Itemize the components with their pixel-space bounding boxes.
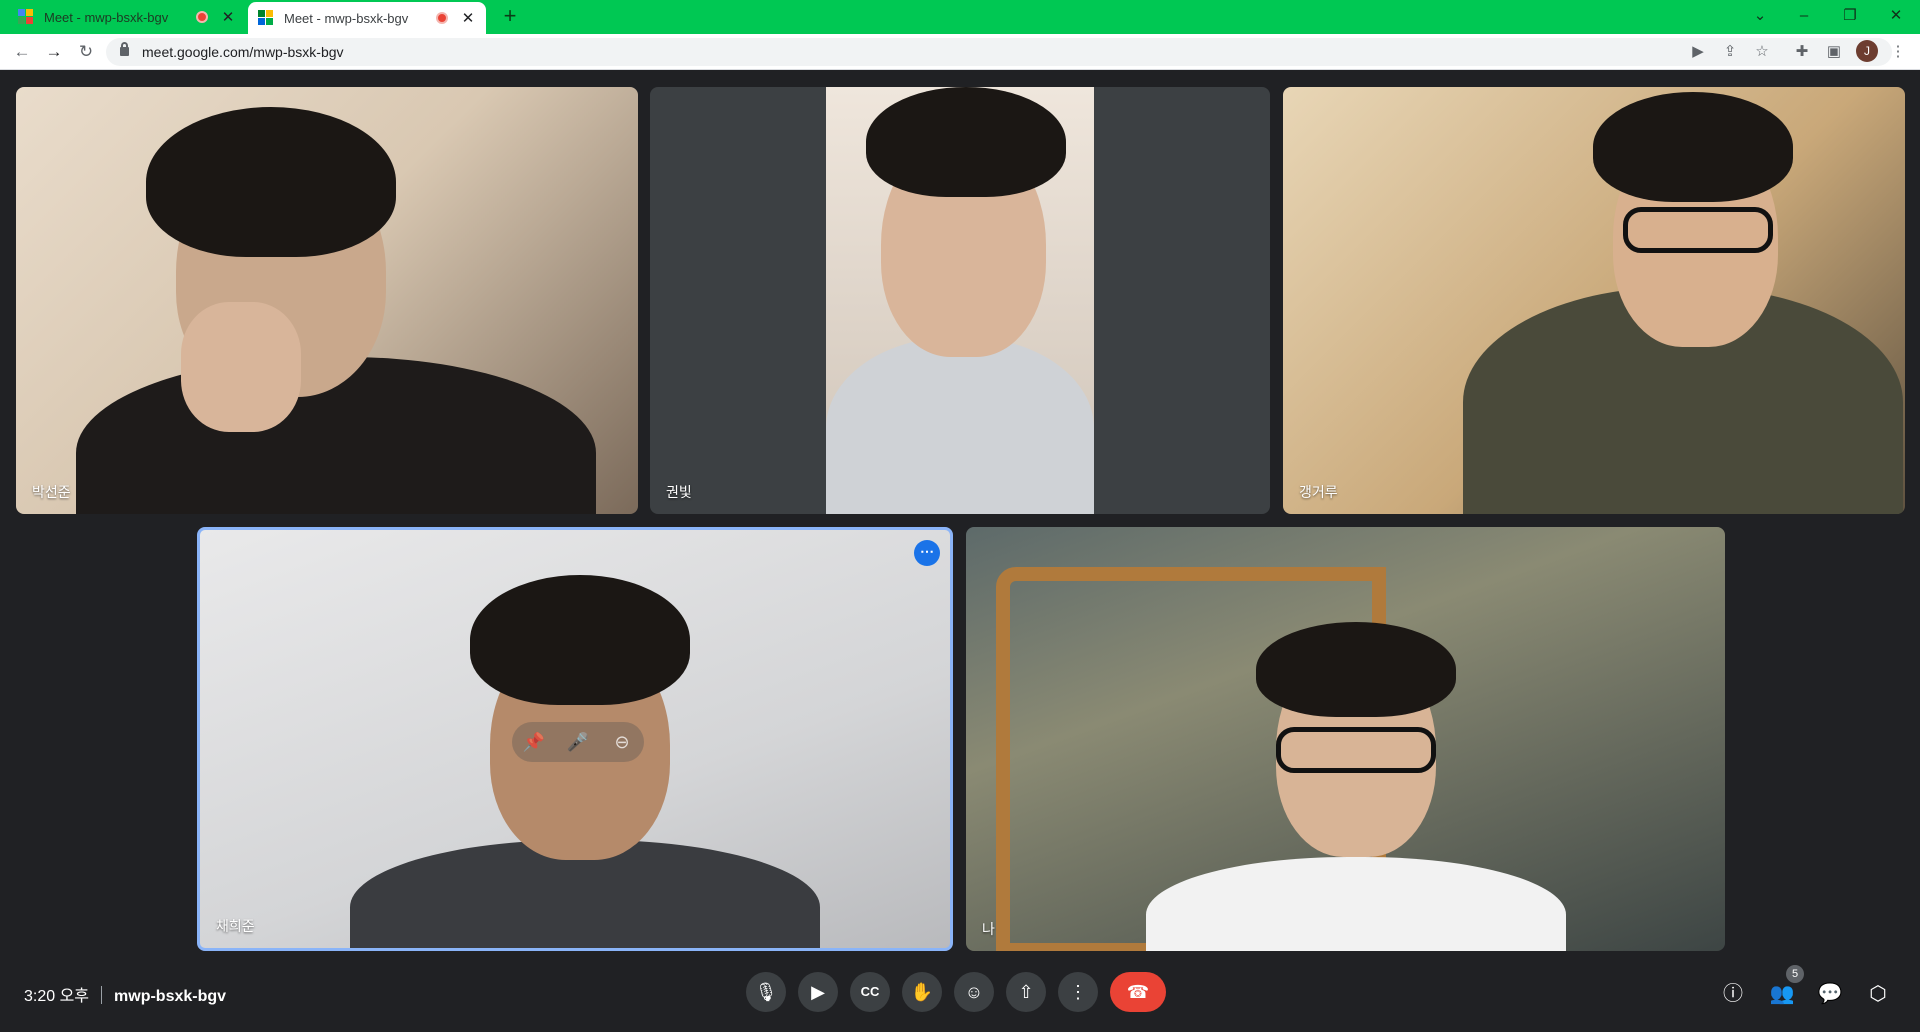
participant-video [826, 87, 1094, 514]
share-icon[interactable]: ⇪ [1718, 40, 1742, 64]
more-options-icon: ⋮ [1069, 982, 1087, 1002]
present-button[interactable]: ⇧ [1006, 972, 1046, 1012]
chat-icon[interactable]: 💬 [1816, 980, 1844, 1008]
eyeglasses-icon [1276, 727, 1436, 773]
participant-tile[interactable]: 갱거루 [1283, 87, 1905, 514]
tile-hover-controls: 📌 🎤 ⊖ [512, 722, 644, 762]
raise-hand-icon: ✋ [910, 982, 934, 1002]
participant-tile-active-speaker[interactable]: ⋯ 📌 🎤 ⊖ 채희준 [197, 527, 953, 951]
captions-button[interactable]: CC [850, 972, 890, 1012]
close-tab-icon[interactable]: ✕ [460, 9, 476, 27]
url-text: meet.google.com/mwp-bsxk-bgv [142, 44, 344, 60]
lock-icon [120, 42, 129, 56]
tab-title: Meet - mwp-bsxk-bgv [284, 10, 409, 26]
more-options-icon[interactable]: ⋯ [914, 540, 940, 566]
participant-name: 박선준 [32, 484, 71, 500]
meeting-code: mwp-bsxk-bgv [114, 988, 227, 1005]
participant-video [470, 575, 690, 705]
participant-video [1256, 622, 1456, 717]
minimize-button[interactable]: – [1784, 4, 1824, 28]
mute-participant-icon[interactable]: 🎤 [566, 732, 590, 753]
participant-tile[interactable]: 박선준 [16, 87, 638, 514]
end-call-icon: ☎ [1126, 982, 1150, 1002]
participant-tile[interactable]: 권빛 [650, 87, 1270, 514]
reactions-button[interactable]: ☺ [954, 972, 994, 1012]
participant-name: 채희준 [216, 918, 255, 934]
camera-icon: ▶ [811, 982, 825, 1002]
end-call-button[interactable]: ☎ [1110, 972, 1166, 1012]
close-tab-icon[interactable]: ✕ [220, 8, 236, 26]
remove-participant-icon[interactable]: ⊖ [610, 732, 634, 753]
meeting-time: 3:20 오후 [24, 988, 90, 1005]
back-icon[interactable]: ← [10, 40, 34, 64]
eyeglasses-icon [1623, 207, 1773, 253]
emoji-icon: ☺ [964, 982, 984, 1002]
recording-indicator-icon [436, 12, 448, 24]
activities-icon[interactable]: ⬡ [1864, 980, 1892, 1008]
present-screen-icon: ⇧ [1018, 982, 1034, 1002]
meet-favicon-icon [258, 10, 274, 26]
people-icon[interactable]: 👥 [1768, 980, 1796, 1008]
close-window-button[interactable]: ✕ [1876, 4, 1916, 28]
forward-icon[interactable]: → [42, 40, 66, 64]
menu-kebab-icon[interactable]: ⋮ [1886, 40, 1910, 64]
camera-in-use-icon[interactable]: ▶ [1686, 40, 1710, 64]
new-tab-button[interactable]: + [498, 5, 522, 29]
recording-indicator-icon [196, 11, 208, 23]
extensions-icon[interactable]: ✚ [1790, 40, 1814, 64]
raise-hand-button[interactable]: ✋ [902, 972, 942, 1012]
restore-button[interactable]: ❐ [1830, 4, 1870, 28]
profile-avatar[interactable]: J [1856, 40, 1878, 62]
meeting-info: 3:20 오후 mwp-bsxk-bgv [24, 982, 226, 1006]
browser-tab-active[interactable]: Meet - mwp-bsxk-bgv ✕ [248, 2, 486, 34]
camera-button[interactable]: ▶ [798, 972, 838, 1012]
address-bar[interactable]: meet.google.com/mwp-bsxk-bgv [106, 38, 1892, 66]
divider [101, 986, 103, 1004]
participant-name: 나 [982, 921, 995, 937]
participant-video [826, 337, 1094, 514]
mic-button[interactable]: 🎙 [746, 972, 786, 1012]
participant-video [866, 87, 1066, 197]
mic-icon: 🎙 [754, 982, 778, 1002]
side-panel-icon[interactable]: ▣ [1822, 40, 1846, 64]
browser-toolbar: ← → ↻ meet.google.com/mwp-bsxk-bgv ▶ ⇪ ☆… [0, 34, 1920, 70]
bookmark-star-icon[interactable]: ☆ [1750, 40, 1774, 64]
tab-search-icon[interactable]: ⌄ [1740, 4, 1780, 28]
participant-video [1593, 92, 1793, 202]
participant-video [181, 302, 301, 432]
captions-icon: CC [860, 984, 880, 999]
meet-favicon-icon [18, 9, 34, 25]
participant-name: 갱거루 [1299, 484, 1338, 500]
browser-tab[interactable]: Meet - mwp-bsxk-bgv ✕ [8, 0, 246, 34]
tab-strip: Meet - mwp-bsxk-bgv ✕ Meet - mwp-bsxk-bg… [0, 0, 1920, 34]
participant-name: 권빛 [666, 484, 692, 500]
more-options-button[interactable]: ⋮ [1058, 972, 1098, 1012]
tab-title: Meet - mwp-bsxk-bgv [44, 9, 169, 25]
meeting-details-icon[interactable]: ⓘ [1719, 980, 1747, 1008]
participant-tile-self[interactable]: 나 [966, 527, 1725, 951]
reload-icon[interactable]: ↻ [74, 40, 98, 64]
people-count-badge: 5 [1786, 965, 1804, 983]
pin-icon[interactable]: 📌 [522, 732, 546, 753]
participant-video [146, 107, 396, 257]
